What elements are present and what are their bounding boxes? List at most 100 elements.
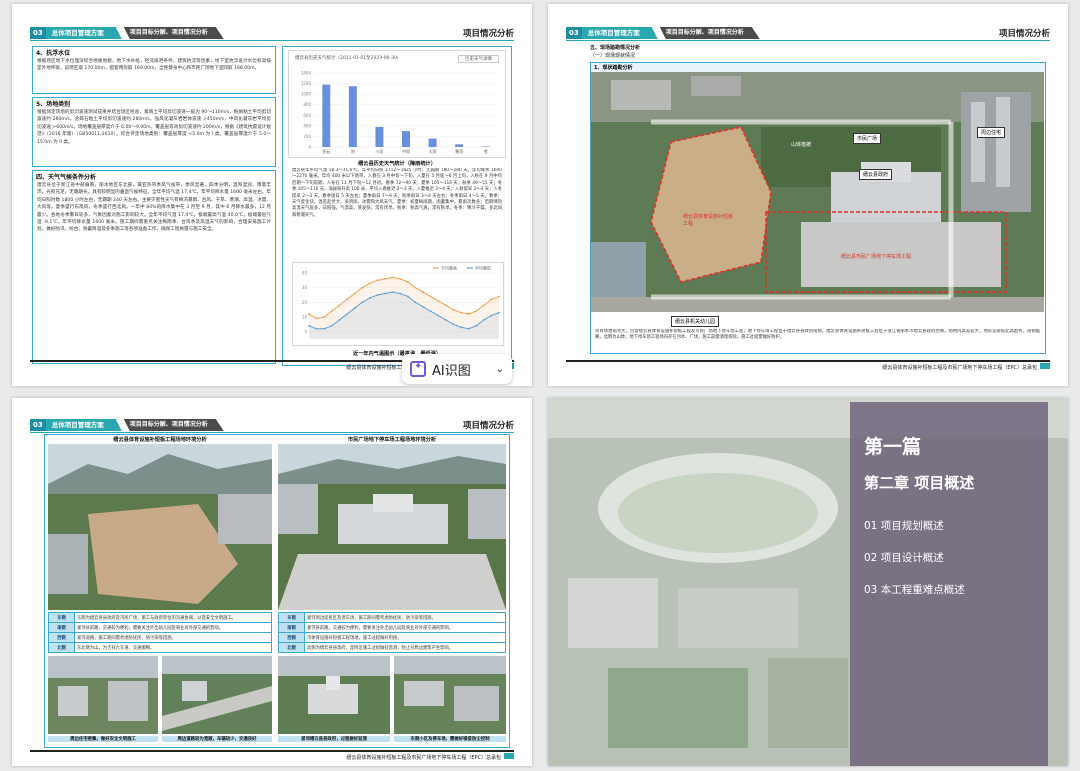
photo-caption-2: 周边道路较为宽敞，车辆较少，交通良好 (162, 736, 272, 742)
direction-key: 西侧 (278, 632, 305, 643)
table-row: 西侧 市体育设施补短板工程场地，施工过程做好衔接。 (278, 632, 506, 643)
label-sports-project: 缙云县体育设施补短板工程 (683, 214, 734, 227)
box-text: 根据场区地下水位埋深综合地质地貌，地下水补给，径流排泄条件，建筑抗浮等因素，地下… (37, 59, 271, 72)
series-point (414, 301, 417, 304)
surrounding-photo-1 (48, 656, 158, 734)
header-tab-analysis: 项目目标分解、项目情况分析 (123, 27, 224, 39)
series-point (482, 319, 485, 321)
series-point (437, 314, 440, 317)
series-point (368, 297, 371, 299)
series-point (330, 324, 333, 327)
x-tick-label: 小雨 (375, 148, 383, 154)
label-residential: 周边住宅 (977, 127, 1006, 138)
label-county-gov: 缙云县政府 (859, 169, 893, 180)
x-tick-label: 雪 (484, 148, 488, 154)
climate-text: 缙云县年平均气温 18.3～11.6℃，年平均日照 1712～1825 小时，无… (292, 168, 502, 218)
series-point (452, 323, 455, 326)
series-point (315, 327, 318, 330)
direction-key: 西侧 (48, 632, 75, 643)
page-header: 03 总体项目管理方案 项目目标分解、项目情况分析 项目情况分析 (30, 26, 514, 40)
footer-text: 缙云县体育设施补短板工程及市民广场地下停车场工程（EPC）总承包 (882, 364, 1037, 371)
section-number: 03 (30, 419, 46, 431)
page-footer: 缙云县体育设施补短板工程及市民广场地下停车场工程（EPC）总承包 (566, 360, 1050, 371)
series-point (346, 313, 348, 315)
history-select[interactable]: 历史天气详情 (458, 55, 499, 63)
series-point (399, 277, 402, 280)
toc-item-1[interactable]: 01 项目规划概述 (864, 518, 944, 533)
anti-float-box: 4、抗浮水位 根据场区地下水位埋深综合地质地貌，地下水补给，径流排泄条件，建筑抗… (32, 46, 276, 94)
direction-value: 紧邻周边居民区及停车场，施工期间需考虑防扰民、防污染等措施。 (304, 612, 506, 623)
label-kindergarten: 缙云县机关幼儿园 (671, 316, 720, 327)
direction-key: 北侧 (48, 642, 75, 653)
header-right-title: 项目情况分析 (998, 29, 1050, 39)
series-point (376, 294, 379, 296)
photo-caption-1: 周边住宅密集，做好安全文明施工 (48, 736, 158, 742)
document-page-2[interactable]: 03 总体项目管理方案 项目目标分解、项目情况分析 项目情况分析 五、现场踏勘情… (548, 4, 1068, 386)
site-photo-square (278, 444, 506, 610)
table-row: 东侧 紧邻周边居民区及停车场，施工期间需考虑防扰民、防污染等措施。 (278, 612, 506, 623)
series-point (346, 298, 348, 301)
series-point (422, 305, 424, 308)
direction-value: 紧邻县前路，交通较为便利，需要关注外出幼儿园及商业对外部交通的影响。 (304, 622, 506, 633)
footer-text: 缙云县体育设施补短板工程及市民广场地下停车场工程（EPC）总承包 (346, 754, 501, 761)
y-tick-label: 10 (302, 315, 308, 320)
climate-box: 四、天气气候条件分析 缙云县位于浙江省中部偏南，丽水地区东北部，属亚热带季风气候… (32, 170, 276, 364)
series-point (391, 291, 394, 293)
x-tick-label: 大雨 (429, 148, 437, 154)
rain-bar-chart: 0 200 400 600 800 1000 1200 1400 多云 阴 小雨 中雨 大雨 暴雨 雪 (301, 71, 499, 154)
direction-value: 紧邻县前路，交通较为便利，需要关注外出幼儿园及商业对外部交通的影响。 (74, 622, 272, 633)
page-header: 03 总体项目管理方案 项目目标分解、项目情况分析 项目情况分析 (566, 26, 1050, 40)
surrounding-photo-4 (394, 656, 506, 734)
document-page-4-cover[interactable]: 第一篇 第二章 项目概述 01 项目规划概述 02 项目设计概述 03 本工程重… (548, 398, 1068, 766)
toc-item-2[interactable]: 02 项目设计概述 (864, 550, 944, 565)
series-point (384, 292, 386, 295)
series-point (460, 311, 462, 314)
document-page-1[interactable]: 03 总体项目管理方案 项目目标分解、项目情况分析 项目情况分析 4、抗浮水位 … (12, 4, 532, 386)
table-row: 东侧 东侧为缙云县县政府及市民广场，施工与政府单位的沟通协调，以及安全文明施工。 (48, 612, 272, 623)
x-tick-label: 多云 (322, 148, 330, 154)
rain-bar (428, 138, 437, 147)
rain-bar (348, 86, 357, 147)
table-row: 北侧 北侧为缙云县县政府，是附近施工过程做好监测，防止对周边建筑产生影响。 (278, 642, 506, 653)
series-point (437, 299, 440, 302)
series-point (452, 308, 455, 311)
section-number: 03 (30, 27, 46, 39)
header-tab-plan: 总体项目管理方案 (581, 27, 658, 39)
chevron-down-icon[interactable]: ⌄ (496, 364, 504, 375)
series-point (482, 304, 485, 307)
rain-bar (402, 131, 410, 147)
series-point (460, 326, 462, 329)
series-point (444, 319, 447, 321)
direction-key: 南侧 (48, 622, 75, 633)
series-point (399, 292, 402, 295)
x-tick-label: 中雨 (402, 148, 410, 154)
direction-key: 东侧 (48, 612, 75, 623)
site-class-box: 5、场地类别 根据测定场地的剪切波速测试成果并结合场区经验，素填土平均剪切波速一… (32, 97, 276, 167)
ai-recognize-button[interactable]: AI识图 ⌄ (402, 354, 512, 384)
rain-chart-panel: 缙云县历史天气统计（2011-01-01至2023-06-30） 历史天气详情 … (288, 50, 506, 158)
box-title: 4、抗浮水位 (36, 50, 71, 57)
direction-value: 北侧为缙云县县政府，是附近施工过程做好监测，防止对周边建筑产生影响。 (304, 642, 506, 653)
direction-key: 南侧 (278, 622, 305, 633)
rain-bar (455, 144, 464, 147)
series-point (475, 324, 478, 327)
box-text: 缙云县位于浙江省中部偏南，丽水地区东北部，属亚热带季风气候带，季风显著，四季分明… (37, 183, 271, 233)
label-parking-project: 缙云县市民广场地下停车场工程 (841, 254, 912, 260)
page-footer: 缙云县体育设施补短板工程及市民广场地下停车场工程（EPC）总承包 (30, 750, 514, 761)
series-point (475, 310, 478, 313)
header-tab-analysis: 项目目标分解、项目情况分析 (123, 419, 224, 431)
series-point (308, 313, 310, 315)
toc-item-3[interactable]: 03 本工程重难点概述 (864, 582, 965, 597)
footer-mark (504, 753, 514, 759)
header-divider (30, 40, 514, 41)
series-point (338, 304, 341, 307)
document-page-3[interactable]: 03 总体项目管理方案 项目目标分解、项目情况分析 项目情况分析 缙云县体育设施… (12, 398, 532, 766)
rain-chart-title: 缙云县历史天气统计（2011-01-01至2023-06-30） (295, 56, 402, 61)
page-header: 03 总体项目管理方案 项目目标分解、项目情况分析 项目情况分析 (30, 418, 514, 432)
series-point (308, 324, 310, 327)
series-point (444, 304, 447, 307)
y-tick-label: 0 (308, 145, 311, 150)
left-direction-table: 东侧 东侧为缙云县县政府及市民广场，施工与政府单位的沟通协调，以及安全文明施工。 … (48, 612, 272, 653)
box-title: 5、场地类别 (36, 101, 71, 108)
legend-label: 平均最高 (441, 265, 457, 271)
